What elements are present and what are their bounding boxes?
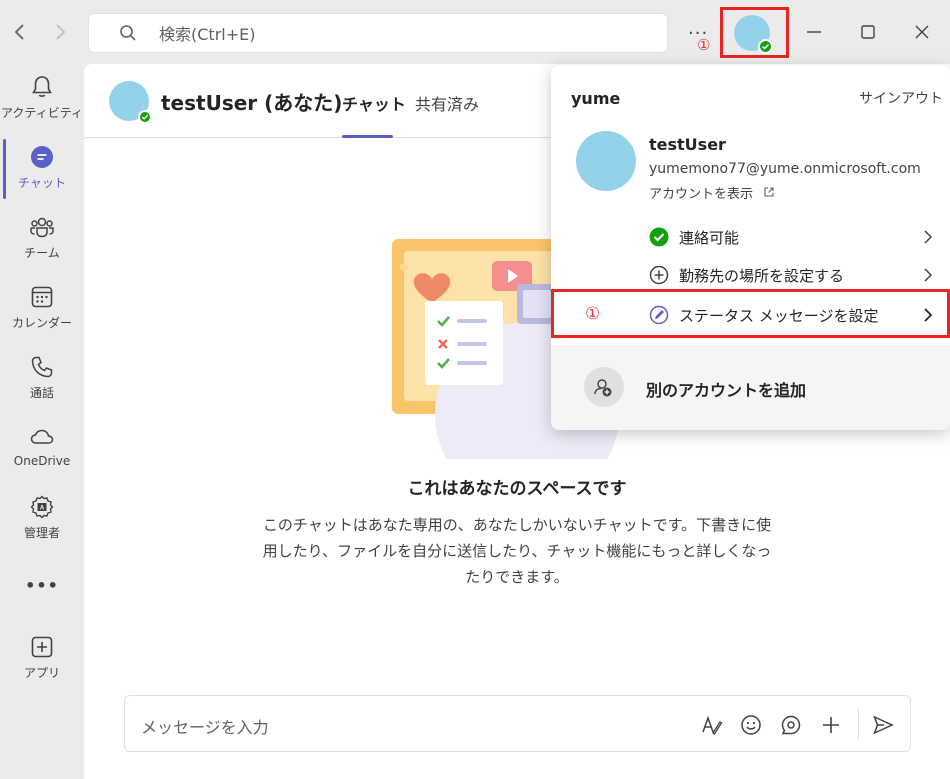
chevron-right-icon: [924, 230, 933, 244]
rail-label: 管理者: [23, 526, 60, 540]
search-icon: [120, 25, 136, 41]
svg-text:A: A: [40, 506, 45, 512]
message-composer[interactable]: メッセージを入力: [124, 695, 911, 752]
search-placeholder: 検索(Ctrl+E): [159, 25, 256, 44]
annotation-number: ①: [697, 36, 711, 54]
back-button[interactable]: [8, 20, 32, 44]
signout-link[interactable]: サインアウト: [859, 88, 943, 108]
profile-name: testUser: [649, 135, 726, 154]
rail-item-more[interactable]: •••: [0, 572, 84, 595]
add-account-button[interactable]: 別のアカウントを追加: [551, 345, 950, 430]
chevron-right-icon: [924, 268, 933, 282]
minimize-button[interactable]: [804, 22, 824, 42]
rail-label: アクティビティ: [1, 106, 83, 120]
chevron-left-icon: [14, 24, 24, 40]
phone-icon: [31, 356, 53, 378]
maximize-button[interactable]: [858, 22, 878, 42]
org-name: yume: [571, 89, 621, 108]
location-add-icon: [649, 265, 669, 285]
external-link-icon: [764, 187, 774, 197]
menu-label: 勤務先の場所を設定する: [679, 267, 845, 285]
presence-available-icon: [758, 39, 773, 54]
more-icon: •••: [25, 576, 59, 595]
profile-email: yumemono77@yume.onmicrosoft.com: [649, 161, 921, 177]
empty-state-description: このチャットはあなた専用の、あなたしかいないチャットです。下書きに使用したり、フ…: [262, 516, 772, 586]
bell-icon: [32, 76, 52, 97]
chevron-right-icon: [56, 24, 66, 40]
tab-chat[interactable]: チャット: [342, 91, 406, 115]
send-icon[interactable]: [871, 713, 895, 737]
rail-item-onedrive[interactable]: OneDrive: [0, 424, 84, 468]
minimize-icon: [807, 31, 821, 33]
highlight-box-status: [551, 289, 950, 338]
cloud-icon: [30, 429, 54, 444]
chat-title: testUser (あなた): [161, 91, 343, 115]
add-account-icon: [584, 367, 624, 407]
message-input[interactable]: メッセージを入力: [141, 714, 269, 738]
avatar[interactable]: [109, 81, 152, 124]
close-icon: [915, 25, 929, 39]
app-rail: アクティビティ チャット チーム カレンダー 通話 OneDrive A 管理者…: [0, 64, 84, 779]
view-account-link[interactable]: アカウントを表示: [649, 183, 775, 202]
search-box[interactable]: 検索(Ctrl+E): [88, 13, 668, 53]
divider: [858, 708, 859, 740]
view-account-label: アカウントを表示: [649, 187, 754, 202]
avatar: [576, 131, 636, 191]
profile-popup: yume サインアウト testUser yumemono77@yume.onm…: [551, 65, 950, 430]
plus-icon[interactable]: [819, 713, 843, 737]
rail-label: OneDrive: [13, 454, 71, 468]
rail-item-teams[interactable]: チーム: [0, 214, 84, 261]
apps-icon: [31, 636, 53, 658]
calendar-icon: [31, 286, 53, 308]
rail-item-calendar[interactable]: カレンダー: [0, 284, 84, 331]
rail-item-admin[interactable]: A 管理者: [0, 494, 84, 541]
close-button[interactable]: [912, 22, 932, 42]
available-icon: [649, 227, 669, 247]
menu-label: 連絡可能: [679, 229, 740, 247]
presence-available-icon: [138, 110, 152, 124]
admin-icon: A: [30, 495, 54, 519]
rail-label: チャット: [18, 176, 66, 190]
rail-item-chat[interactable]: チャット: [0, 144, 84, 191]
forward-button[interactable]: [48, 20, 72, 44]
rail-label: 通話: [29, 386, 54, 400]
rail-label: カレンダー: [11, 316, 72, 330]
tab-underline: [342, 135, 393, 138]
rail-item-calls[interactable]: 通話: [0, 354, 84, 401]
emoji-icon[interactable]: [739, 713, 763, 737]
rail-label: アプリ: [23, 666, 60, 680]
loop-icon[interactable]: [779, 713, 803, 737]
chat-icon: [31, 146, 53, 168]
tab-shared[interactable]: 共有済み: [415, 91, 479, 115]
title-bar: 検索(Ctrl+E) ... ①: [0, 0, 950, 64]
format-icon[interactable]: [699, 713, 723, 737]
profile-avatar-button[interactable]: [734, 15, 773, 54]
empty-state-title: これはあなたのスペースです: [407, 479, 627, 499]
teams-icon: [30, 217, 54, 238]
rail-label: チーム: [24, 246, 60, 260]
rail-item-apps[interactable]: アプリ: [0, 634, 84, 681]
annotation-number: ①: [585, 304, 601, 324]
menu-item-availability[interactable]: 連絡可能: [551, 218, 950, 256]
add-account-label: 別のアカウントを追加: [646, 381, 807, 400]
rail-item-activity[interactable]: アクティビティ: [0, 74, 84, 121]
maximize-icon: [861, 25, 875, 39]
